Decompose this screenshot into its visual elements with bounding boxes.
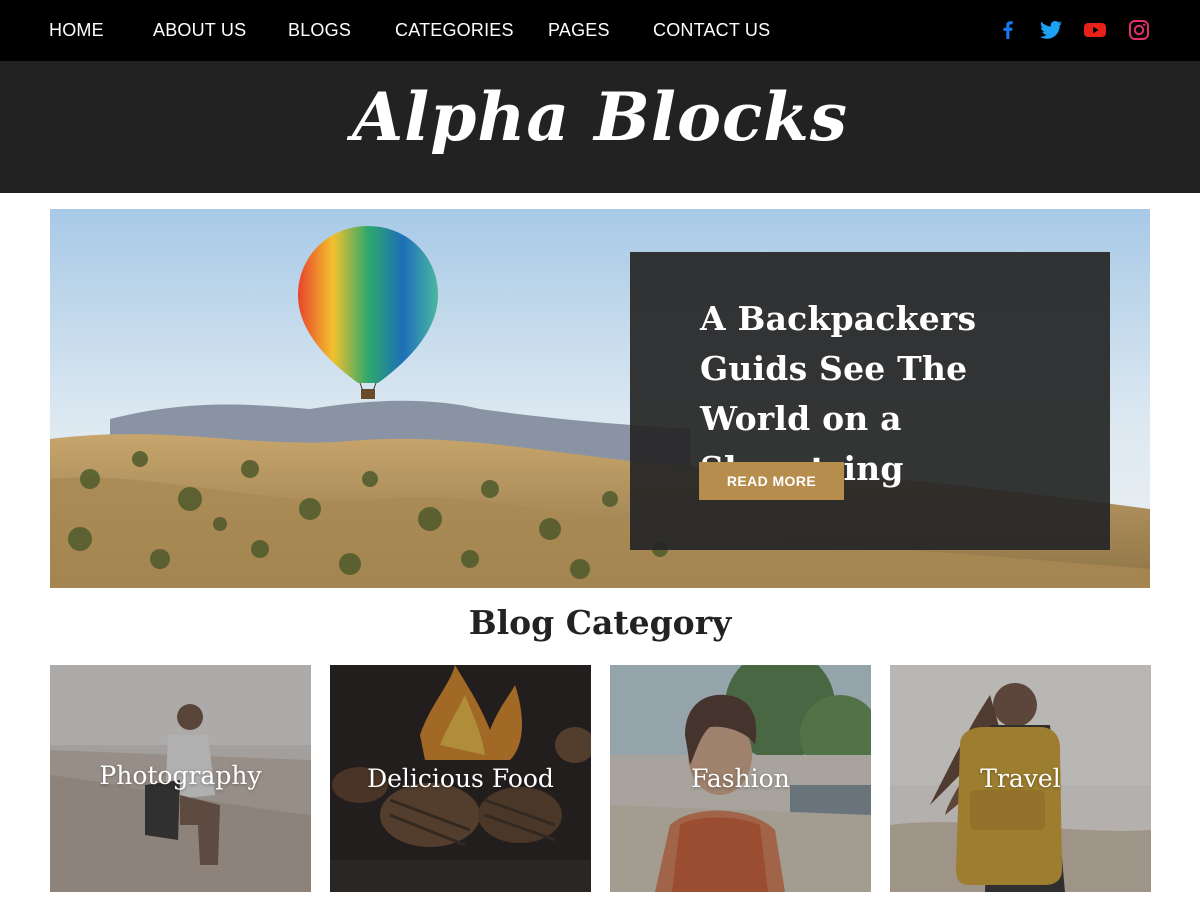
category-card-photography[interactable]: Photography bbox=[50, 665, 311, 892]
site-logo[interactable]: Alpha Blocks bbox=[0, 61, 1200, 193]
youtube-icon[interactable] bbox=[1083, 18, 1107, 42]
featured-post-card: A Backpackers Guids See The World on a S… bbox=[630, 252, 1110, 550]
nav-item-contact-us[interactable]: CONTACT US bbox=[653, 19, 770, 41]
category-label-photography: Photography bbox=[99, 761, 262, 790]
category-card-fashion[interactable]: Fashion bbox=[610, 665, 871, 892]
instagram-icon[interactable] bbox=[1127, 18, 1151, 42]
nav-item-categories[interactable]: CATEGORIES bbox=[395, 19, 514, 41]
category-label-delicious-food: Delicious Food bbox=[367, 764, 554, 793]
logo-text: Alpha Blocks bbox=[346, 78, 848, 156]
blog-category-heading: Blog Category bbox=[468, 603, 732, 642]
site-header: Alpha Blocks bbox=[0, 61, 1200, 193]
nav-item-home[interactable]: HOME bbox=[49, 19, 104, 41]
hero-banner: A Backpackers Guids See The World on a S… bbox=[50, 209, 1150, 588]
nav-item-pages[interactable]: PAGES bbox=[548, 19, 610, 41]
read-more-button[interactable]: READ MORE bbox=[699, 462, 844, 500]
category-label-travel: Travel bbox=[980, 764, 1061, 793]
category-card-travel[interactable]: Travel bbox=[890, 665, 1151, 892]
category-card-delicious-food[interactable]: Delicious Food bbox=[330, 665, 591, 892]
nav-item-blogs[interactable]: BLOGS bbox=[288, 19, 351, 41]
top-navigation-bar: HOME ABOUT US BLOGS CATEGORIES PAGES CON… bbox=[0, 0, 1200, 61]
twitter-icon[interactable] bbox=[1039, 18, 1063, 42]
facebook-icon[interactable] bbox=[996, 18, 1020, 42]
category-label-fashion: Fashion bbox=[691, 764, 790, 793]
nav-item-about-us[interactable]: ABOUT US bbox=[153, 19, 246, 41]
